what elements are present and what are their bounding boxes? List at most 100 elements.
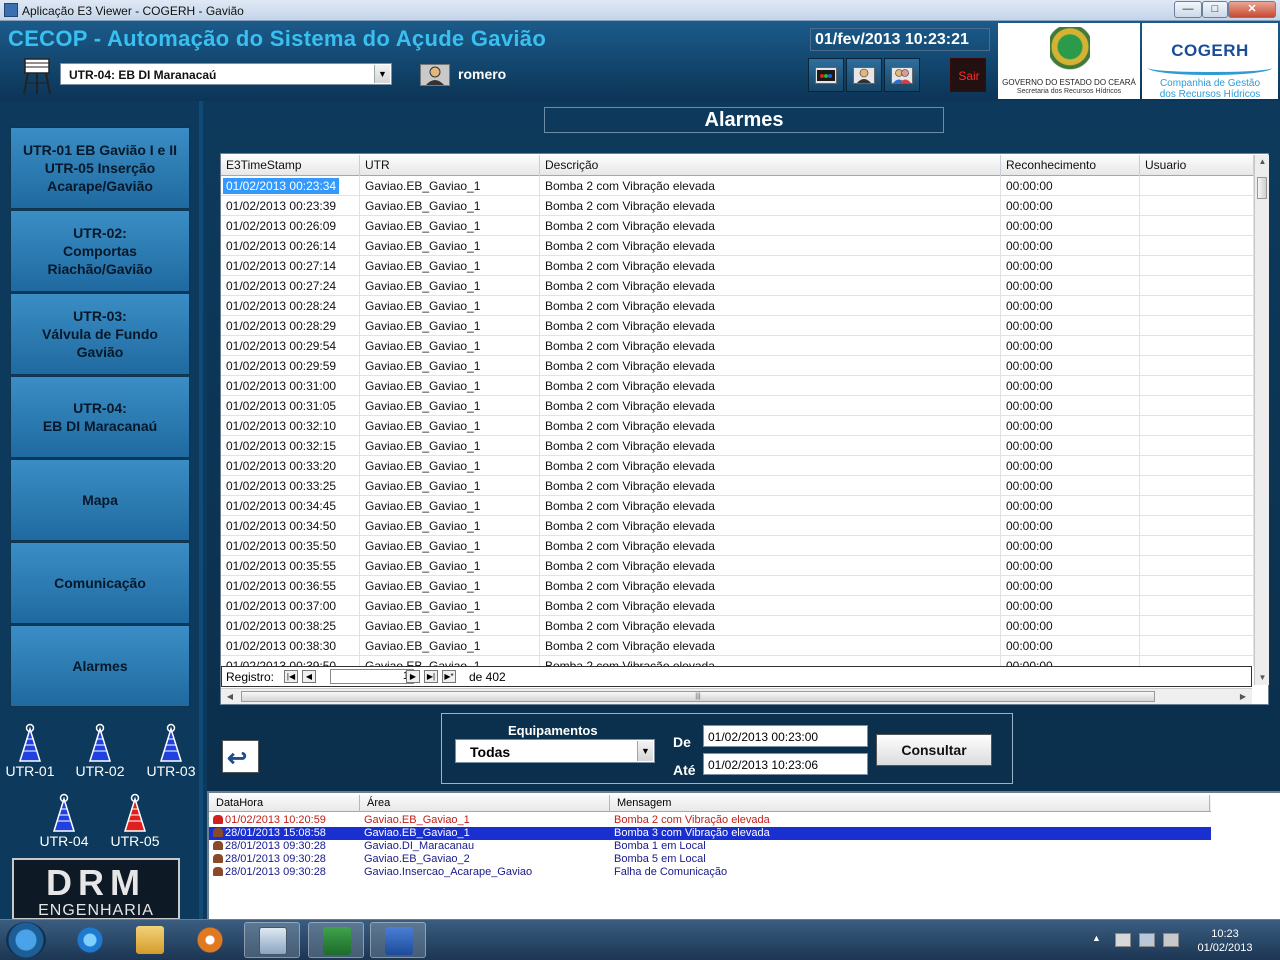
list-item[interactable]: 01/02/2013 10:20:59 Gaviao.EB_Gaviao_1 Bom… [209, 814, 1211, 827]
sidebar-item-utr03[interactable]: UTR-03: Válvula de Fundo Gavião [10, 293, 190, 375]
users-manage-button[interactable] [884, 58, 920, 92]
sidebar-item-utr02[interactable]: UTR-02: Comportas Riachão/Gavião [10, 210, 190, 292]
event-column-area[interactable]: Área [360, 795, 610, 812]
chevron-down-icon[interactable]: ▼ [637, 741, 653, 761]
table-row[interactable]: 01/02/2013 00:23:39 Gaviao.EB_Gaviao_1 Bom… [221, 196, 1254, 216]
new-record-icon[interactable]: ▶* [442, 670, 456, 683]
table-row[interactable]: 01/02/2013 00:29:59 Gaviao.EB_Gaviao_1 Bom… [221, 356, 1254, 376]
last-record-icon[interactable]: ▶| [424, 670, 438, 683]
table-row[interactable]: 01/02/2013 00:32:15 Gaviao.EB_Gaviao_1 Bom… [221, 436, 1254, 456]
taskbar-ie[interactable] [62, 922, 118, 958]
prev-record-icon[interactable]: ◀ [302, 670, 316, 683]
column-header-reconhecimento[interactable]: Reconhecimento [1001, 155, 1140, 176]
window-title: Aplicação E3 Viewer - COGERH - Gavião [22, 4, 244, 18]
horizontal-scrollbar[interactable]: ◀ ||| ▶ [221, 688, 1252, 704]
column-header-utr[interactable]: UTR [360, 155, 540, 176]
table-row[interactable]: 01/02/2013 00:39:50 Gaviao.EB_Gaviao_1 Bom… [221, 656, 1254, 666]
table-row[interactable]: 01/02/2013 00:27:14 Gaviao.EB_Gaviao_1 Bom… [221, 256, 1254, 276]
table-row[interactable]: 01/02/2013 00:23:34 Gaviao.EB_Gaviao_1 Bom… [221, 176, 1254, 196]
alarms-table-header: E3TimeStamp UTR Descrição Reconhecimento… [221, 155, 1254, 176]
list-item[interactable]: 28/01/2013 15:08:58 Gaviao.EB_Gaviao_1 Bom… [209, 827, 1211, 840]
user-login-button[interactable] [846, 58, 882, 92]
taskbar-word[interactable] [370, 922, 426, 958]
table-row[interactable]: 01/02/2013 00:33:20 Gaviao.EB_Gaviao_1 Bom… [221, 456, 1254, 476]
network-icon[interactable] [1139, 933, 1155, 947]
next-record-icon[interactable]: ▶ [406, 670, 420, 683]
windows-start-icon[interactable] [6, 922, 46, 958]
report-button[interactable]: ↩ [222, 740, 259, 773]
table-row[interactable]: 01/02/2013 00:31:05 Gaviao.EB_Gaviao_1 Bom… [221, 396, 1254, 416]
scroll-left-icon[interactable]: ◀ [223, 690, 237, 704]
cell-text: 01/02/2013 00:28:29 [226, 319, 337, 333]
sidebar-item-utr04[interactable]: UTR-04: EB DI Maracanaú [10, 376, 190, 458]
table-cell: Bomba 2 com Vibração elevada [540, 356, 1001, 376]
exit-button[interactable]: Sair [950, 58, 986, 92]
column-header-timestamp[interactable]: E3TimeStamp [221, 155, 360, 176]
sidebar-item-mapa[interactable]: Mapa [10, 459, 190, 541]
from-date-input[interactable]: 01/02/2013 00:23:00 [703, 725, 868, 747]
taskbar-e3viewer[interactable] [244, 922, 300, 958]
table-row[interactable]: 01/02/2013 00:37:00 Gaviao.EB_Gaviao_1 Bom… [221, 596, 1254, 616]
utr-status-5[interactable]: UTR-05 [105, 793, 165, 849]
column-header-descricao[interactable]: Descrição [540, 155, 1001, 176]
table-row[interactable]: 01/02/2013 00:36:55 Gaviao.EB_Gaviao_1 Bom… [221, 576, 1254, 596]
consultar-button[interactable]: Consultar [876, 734, 992, 766]
sidebar-item-utr01[interactable]: UTR-01 EB Gavião I e II UTR-05 Inserção … [10, 127, 190, 209]
table-row[interactable]: 01/02/2013 00:32:10 Gaviao.EB_Gaviao_1 Bom… [221, 416, 1254, 436]
event-time-text: 01/02/2013 10:20:59 [225, 814, 326, 826]
maximize-button[interactable]: □ [1202, 1, 1228, 18]
event-column-mensagem[interactable]: Mensagem [610, 795, 1210, 812]
taskbar-explorer[interactable] [122, 922, 178, 958]
table-row[interactable]: 01/02/2013 00:26:09 Gaviao.EB_Gaviao_1 Bom… [221, 216, 1254, 236]
table-row[interactable]: 01/02/2013 00:28:24 Gaviao.EB_Gaviao_1 Bom… [221, 296, 1254, 316]
list-item[interactable]: 28/01/2013 09:30:28 Gaviao.Insercao_Acara… [209, 866, 1211, 879]
table-row[interactable]: 01/02/2013 00:33:25 Gaviao.EB_Gaviao_1 Bom… [221, 476, 1254, 496]
table-row[interactable]: 01/02/2013 00:31:00 Gaviao.EB_Gaviao_1 Bom… [221, 376, 1254, 396]
cell-text: Bomba 2 com Vibração elevada [545, 519, 715, 533]
first-record-icon[interactable]: |◀ [284, 670, 298, 683]
chevron-down-icon[interactable]: ▼ [374, 65, 390, 83]
scroll-thumb[interactable] [1257, 177, 1267, 199]
hscroll-thumb[interactable]: ||| [241, 691, 1155, 702]
sidebar-item-comunicacao[interactable]: Comunicação [10, 542, 190, 624]
table-row[interactable]: 01/02/2013 00:35:55 Gaviao.EB_Gaviao_1 Bom… [221, 556, 1254, 576]
table-row[interactable]: 01/02/2013 00:38:30 Gaviao.EB_Gaviao_1 Bom… [221, 636, 1254, 656]
list-item[interactable]: 28/01/2013 09:30:28 Gaviao.DI_Maracanau Bo… [209, 840, 1211, 853]
to-date-input[interactable]: 01/02/2013 10:23:06 [703, 753, 868, 775]
tray-expand-icon[interactable]: ▲ [1092, 933, 1108, 947]
scroll-up-icon[interactable]: ▲ [1255, 155, 1270, 169]
table-row[interactable]: 01/02/2013 00:29:54 Gaviao.EB_Gaviao_1 Bom… [221, 336, 1254, 356]
table-row[interactable]: 01/02/2013 00:26:14 Gaviao.EB_Gaviao_1 Bom… [221, 236, 1254, 256]
minimize-button[interactable]: — [1174, 1, 1202, 18]
volume-icon[interactable] [1163, 933, 1179, 947]
list-item[interactable]: 28/01/2013 09:30:28 Gaviao.EB_Gaviao_2 Bom… [209, 853, 1211, 866]
taskbar-clock[interactable]: 10:23 01/02/2013 [1188, 927, 1262, 955]
action-center-icon[interactable] [1115, 933, 1131, 947]
table-row[interactable]: 01/02/2013 00:28:29 Gaviao.EB_Gaviao_1 Bom… [221, 316, 1254, 336]
event-column-datahora[interactable]: DataHora [209, 795, 360, 812]
scroll-down-icon[interactable]: ▼ [1255, 671, 1270, 685]
taskbar-excel[interactable] [308, 922, 364, 958]
table-row[interactable]: 01/02/2013 00:27:24 Gaviao.EB_Gaviao_1 Bom… [221, 276, 1254, 296]
scroll-right-icon[interactable]: ▶ [1236, 690, 1250, 704]
taskbar-media[interactable] [182, 922, 238, 958]
alarm-bell-icon [213, 841, 223, 850]
column-header-usuario[interactable]: Usuario [1140, 155, 1254, 176]
table-row[interactable]: 01/02/2013 00:34:45 Gaviao.EB_Gaviao_1 Bom… [221, 496, 1254, 516]
close-button[interactable]: ✕ [1228, 1, 1276, 18]
record-number-input[interactable]: 1 [330, 669, 414, 684]
table-row[interactable]: 01/02/2013 00:38:25 Gaviao.EB_Gaviao_1 Bom… [221, 616, 1254, 636]
table-row[interactable]: 01/02/2013 00:34:50 Gaviao.EB_Gaviao_1 Bom… [221, 516, 1254, 536]
display-button[interactable] [808, 58, 844, 92]
equipment-select[interactable]: Todas ▼ [455, 739, 655, 763]
utr-status-1[interactable]: UTR-01 [0, 723, 60, 779]
utr-status-2[interactable]: UTR-02 [70, 723, 130, 779]
vertical-scrollbar[interactable]: ▲ ▼ [1254, 155, 1269, 685]
utr-status-3[interactable]: UTR-03 [141, 723, 201, 779]
utr-select[interactable]: UTR-04: EB DI Maranacaú ▼ [60, 63, 392, 85]
table-row[interactable]: 01/02/2013 00:35:50 Gaviao.EB_Gaviao_1 Bom… [221, 536, 1254, 556]
sidebar-item-alarmes[interactable]: Alarmes [10, 625, 190, 707]
utr-status-4[interactable]: UTR-04 [34, 793, 94, 849]
cell-text: 00:00:00 [1006, 439, 1053, 453]
clock-date: 01/02/2013 [1197, 942, 1253, 954]
